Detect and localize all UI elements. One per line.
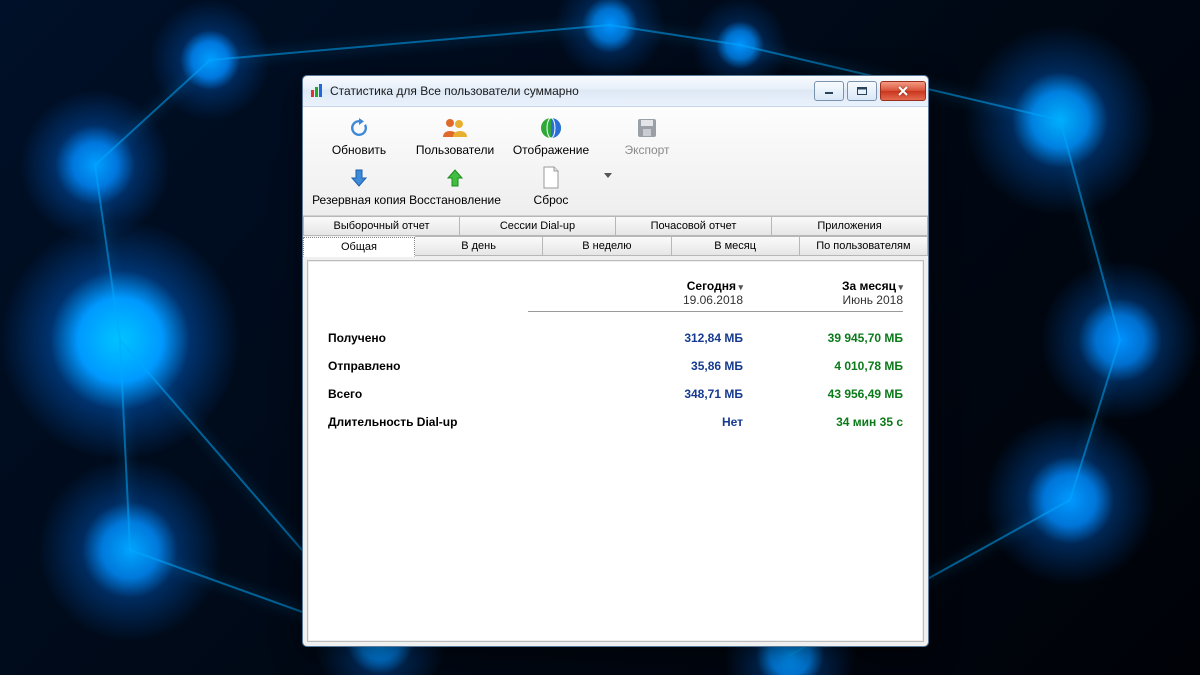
statistics-window: Статистика для Все пользователи суммарно… <box>302 75 929 647</box>
window-title: Статистика для Все пользователи суммарно <box>330 84 579 98</box>
row-total: Всего 348,71 МБ 43 956,49 МБ <box>328 380 903 408</box>
tab-dialup-sessions[interactable]: Сессии Dial-up <box>460 216 616 236</box>
column-month-date: Июнь 2018 <box>743 293 903 307</box>
row-sent: Отправлено 35,86 МБ 4 010,78 МБ <box>328 352 903 380</box>
row-received-today: 312,84 МБ <box>583 331 743 345</box>
arrow-up-icon <box>407 165 503 191</box>
row-total-label: Всего <box>328 387 583 401</box>
titlebar[interactable]: Статистика для Все пользователи суммарно <box>303 76 928 107</box>
reset-label: Сброс <box>503 193 599 207</box>
desktop-wallpaper: Статистика для Все пользователи суммарно… <box>0 0 1200 675</box>
row-sent-label: Отправлено <box>328 359 583 373</box>
tab-hourly-report[interactable]: Почасовой отчет <box>616 216 772 236</box>
row-received: Получено 312,84 МБ 39 945,70 МБ <box>328 324 903 352</box>
users-icon <box>407 115 503 141</box>
display-button[interactable]: Отображение <box>503 113 599 161</box>
users-label: Пользователи <box>407 143 503 157</box>
row-sent-month: 4 010,78 МБ <box>743 359 903 373</box>
document-icon <box>503 165 599 191</box>
close-button[interactable] <box>880 81 926 101</box>
export-label: Экспорт <box>599 143 695 157</box>
users-button[interactable]: Пользователи <box>407 113 503 161</box>
row-total-month: 43 956,49 МБ <box>743 387 903 401</box>
row-dialup-month: 34 мин 35 с <box>743 415 903 429</box>
header-separator <box>528 311 903 312</box>
app-icon <box>309 83 325 99</box>
report-panel: Сегодня 19.06.2018 За месяц Июнь 2018 По… <box>307 260 924 642</box>
restore-button[interactable]: Восстановление <box>407 163 503 211</box>
tab-per-week[interactable]: В неделю <box>543 236 671 256</box>
row-dialup-label: Длительность Dial-up <box>328 415 583 429</box>
tab-selective-report[interactable]: Выборочный отчет <box>303 216 460 236</box>
refresh-button[interactable]: Обновить <box>311 113 407 161</box>
display-icon <box>503 115 599 141</box>
restore-label: Восстановление <box>407 193 503 207</box>
column-today-title: Сегодня <box>583 279 743 293</box>
refresh-label: Обновить <box>311 143 407 157</box>
maximize-button[interactable] <box>847 81 877 101</box>
column-month[interactable]: За месяц Июнь 2018 <box>743 279 903 307</box>
refresh-icon <box>311 115 407 141</box>
export-button[interactable]: Экспорт <box>599 113 695 161</box>
backup-label: Резервная копия <box>311 193 407 207</box>
tab-per-month[interactable]: В месяц <box>672 236 800 256</box>
reset-button[interactable]: Сброс <box>503 163 599 211</box>
row-sent-today: 35,86 МБ <box>583 359 743 373</box>
toolbar: Обновить Пользователи Отображение Экспор… <box>303 107 928 216</box>
column-today-date: 19.06.2018 <box>583 293 743 307</box>
tab-applications[interactable]: Приложения <box>772 216 928 236</box>
minimize-button[interactable] <box>814 81 844 101</box>
tab-per-day[interactable]: В день <box>415 236 543 256</box>
row-total-today: 348,71 МБ <box>583 387 743 401</box>
tab-strip: Выборочный отчет Сессии Dial-up Почасово… <box>303 216 928 256</box>
backup-button[interactable]: Резервная копия <box>311 163 407 211</box>
row-received-label: Получено <box>328 331 583 345</box>
row-received-month: 39 945,70 МБ <box>743 331 903 345</box>
display-label: Отображение <box>503 143 599 157</box>
tab-general[interactable]: Общая <box>303 237 415 257</box>
row-dialup-duration: Длительность Dial-up Нет 34 мин 35 с <box>328 408 903 436</box>
arrow-down-icon <box>311 165 407 191</box>
tab-per-user[interactable]: По пользователям <box>800 236 928 256</box>
toolbar-overflow-button[interactable] <box>599 163 617 179</box>
save-icon <box>599 115 695 141</box>
row-dialup-today: Нет <box>583 415 743 429</box>
column-month-title: За месяц <box>743 279 903 293</box>
column-today[interactable]: Сегодня 19.06.2018 <box>583 279 743 307</box>
